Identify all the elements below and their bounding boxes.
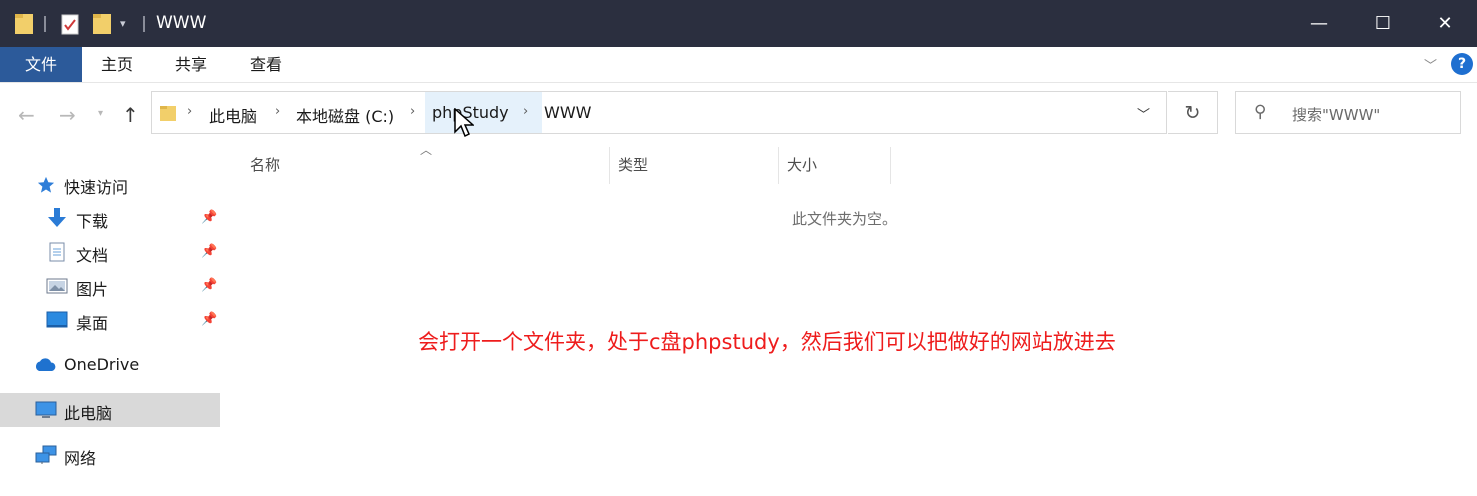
sidebar-item-label: 网络 xyxy=(64,449,97,468)
sidebar-item-label: 下载 xyxy=(76,212,109,231)
breadcrumb-chevron-icon[interactable]: › xyxy=(523,104,528,119)
annotation-caption: 会打开一个文件夹，处于c盘phpstudy，然后我们可以把做好的网站放进去 xyxy=(418,330,1116,354)
tab-share[interactable]: 共享 xyxy=(161,47,221,82)
column-header-type[interactable]: 类型 xyxy=(618,154,648,175)
new-folder-icon[interactable] xyxy=(92,12,112,36)
mouse-cursor-icon xyxy=(454,108,474,138)
close-button[interactable]: ✕ xyxy=(1414,0,1476,47)
pin-icon[interactable]: 📌 xyxy=(201,278,217,293)
column-divider[interactable] xyxy=(890,147,891,184)
column-header-size[interactable]: 大小 xyxy=(787,154,817,175)
sidebar-item-onedrive[interactable]: OneDrive xyxy=(0,348,220,382)
folder-icon xyxy=(160,106,176,121)
breadcrumb-this-pc[interactable]: 此电脑 xyxy=(209,103,257,127)
customize-toolbar-chevron-icon[interactable]: ▾ xyxy=(120,16,132,40)
sidebar-item-desktop[interactable]: 桌面 📌 xyxy=(0,303,220,337)
pictures-icon xyxy=(46,278,68,294)
sidebar-item-label: 图片 xyxy=(76,280,109,299)
tab-view[interactable]: 查看 xyxy=(236,47,296,82)
address-history-chevron-icon[interactable]: ﹀ xyxy=(1137,104,1150,123)
navigation-bar: ← → ▾ ↑ › 此电脑 › 本地磁盘 (C:) › phpStudy › W… xyxy=(0,83,1477,143)
sidebar-item-quick-access[interactable]: 快速访问 xyxy=(0,167,220,201)
document-icon xyxy=(49,242,65,262)
column-divider[interactable] xyxy=(778,147,779,184)
breadcrumb-www[interactable]: WWW xyxy=(544,103,591,122)
back-arrow-icon[interactable]: ← xyxy=(18,103,35,127)
sidebar-item-documents[interactable]: 文档 📌 xyxy=(0,235,220,269)
title-bar: ▾ WWW — ☐ ✕ xyxy=(0,0,1477,47)
download-arrow-icon xyxy=(48,208,66,227)
sidebar-item-label: OneDrive xyxy=(64,355,140,374)
search-icon: ⚲ xyxy=(1254,102,1267,122)
pin-icon[interactable]: 📌 xyxy=(201,312,217,327)
address-bar[interactable]: › 此电脑 › 本地磁盘 (C:) › phpStudy › WWW ﹀ xyxy=(151,91,1167,134)
sidebar-item-label: 文档 xyxy=(76,246,109,265)
tab-home[interactable]: 主页 xyxy=(87,47,147,82)
column-divider[interactable] xyxy=(609,147,610,184)
empty-folder-message: 此文件夹为空。 xyxy=(792,210,898,228)
refresh-icon[interactable]: ↻ xyxy=(1168,91,1218,134)
breadcrumb-chevron-icon[interactable]: › xyxy=(275,104,280,119)
sidebar-item-label: 桌面 xyxy=(76,314,109,333)
minimize-button[interactable]: — xyxy=(1288,0,1350,47)
sidebar-item-this-pc[interactable]: 此电脑 xyxy=(0,393,220,427)
search-input[interactable]: ⚲ 搜索"WWW" xyxy=(1235,91,1461,134)
sidebar-item-label: 此电脑 xyxy=(64,404,113,423)
window-title: WWW xyxy=(156,13,207,33)
pin-icon[interactable]: 📌 xyxy=(201,210,217,225)
tab-file[interactable]: 文件 xyxy=(0,47,82,82)
star-icon xyxy=(37,176,55,193)
up-arrow-icon[interactable]: ↑ xyxy=(122,103,139,127)
search-placeholder: 搜索"WWW" xyxy=(1292,106,1381,124)
sidebar-item-pictures[interactable]: 图片 📌 xyxy=(0,269,220,303)
sidebar-item-downloads[interactable]: 下载 📌 xyxy=(0,201,220,235)
breadcrumb-local-disk[interactable]: 本地磁盘 (C:) xyxy=(296,103,394,127)
properties-icon[interactable] xyxy=(60,12,80,36)
recent-locations-chevron-icon[interactable]: ▾ xyxy=(98,108,103,119)
breadcrumb-chevron-icon[interactable]: › xyxy=(187,104,192,119)
maximize-button[interactable]: ☐ xyxy=(1352,0,1414,47)
toolbar-divider xyxy=(44,16,46,32)
forward-arrow-icon[interactable]: → xyxy=(59,103,76,127)
ribbon: 文件 主页 共享 查看 ﹀ ? xyxy=(0,47,1477,83)
cloud-icon xyxy=(35,358,56,371)
sidebar-item-network[interactable]: 网络 xyxy=(0,438,220,472)
folder-icon[interactable] xyxy=(14,12,34,36)
sort-ascending-icon: ︿ xyxy=(420,143,433,157)
desktop-icon xyxy=(46,311,68,328)
breadcrumb-chevron-icon[interactable]: › xyxy=(410,104,415,119)
column-header-name[interactable]: 名称 xyxy=(250,154,280,175)
ribbon-expand-chevron-icon[interactable]: ﹀ xyxy=(1424,55,1437,74)
pin-icon[interactable]: 📌 xyxy=(201,244,217,259)
sidebar-item-label: 快速访问 xyxy=(64,178,129,197)
toolbar-divider xyxy=(143,16,145,32)
computer-icon xyxy=(35,401,57,418)
help-icon[interactable]: ? xyxy=(1451,53,1473,75)
network-icon xyxy=(35,445,57,464)
